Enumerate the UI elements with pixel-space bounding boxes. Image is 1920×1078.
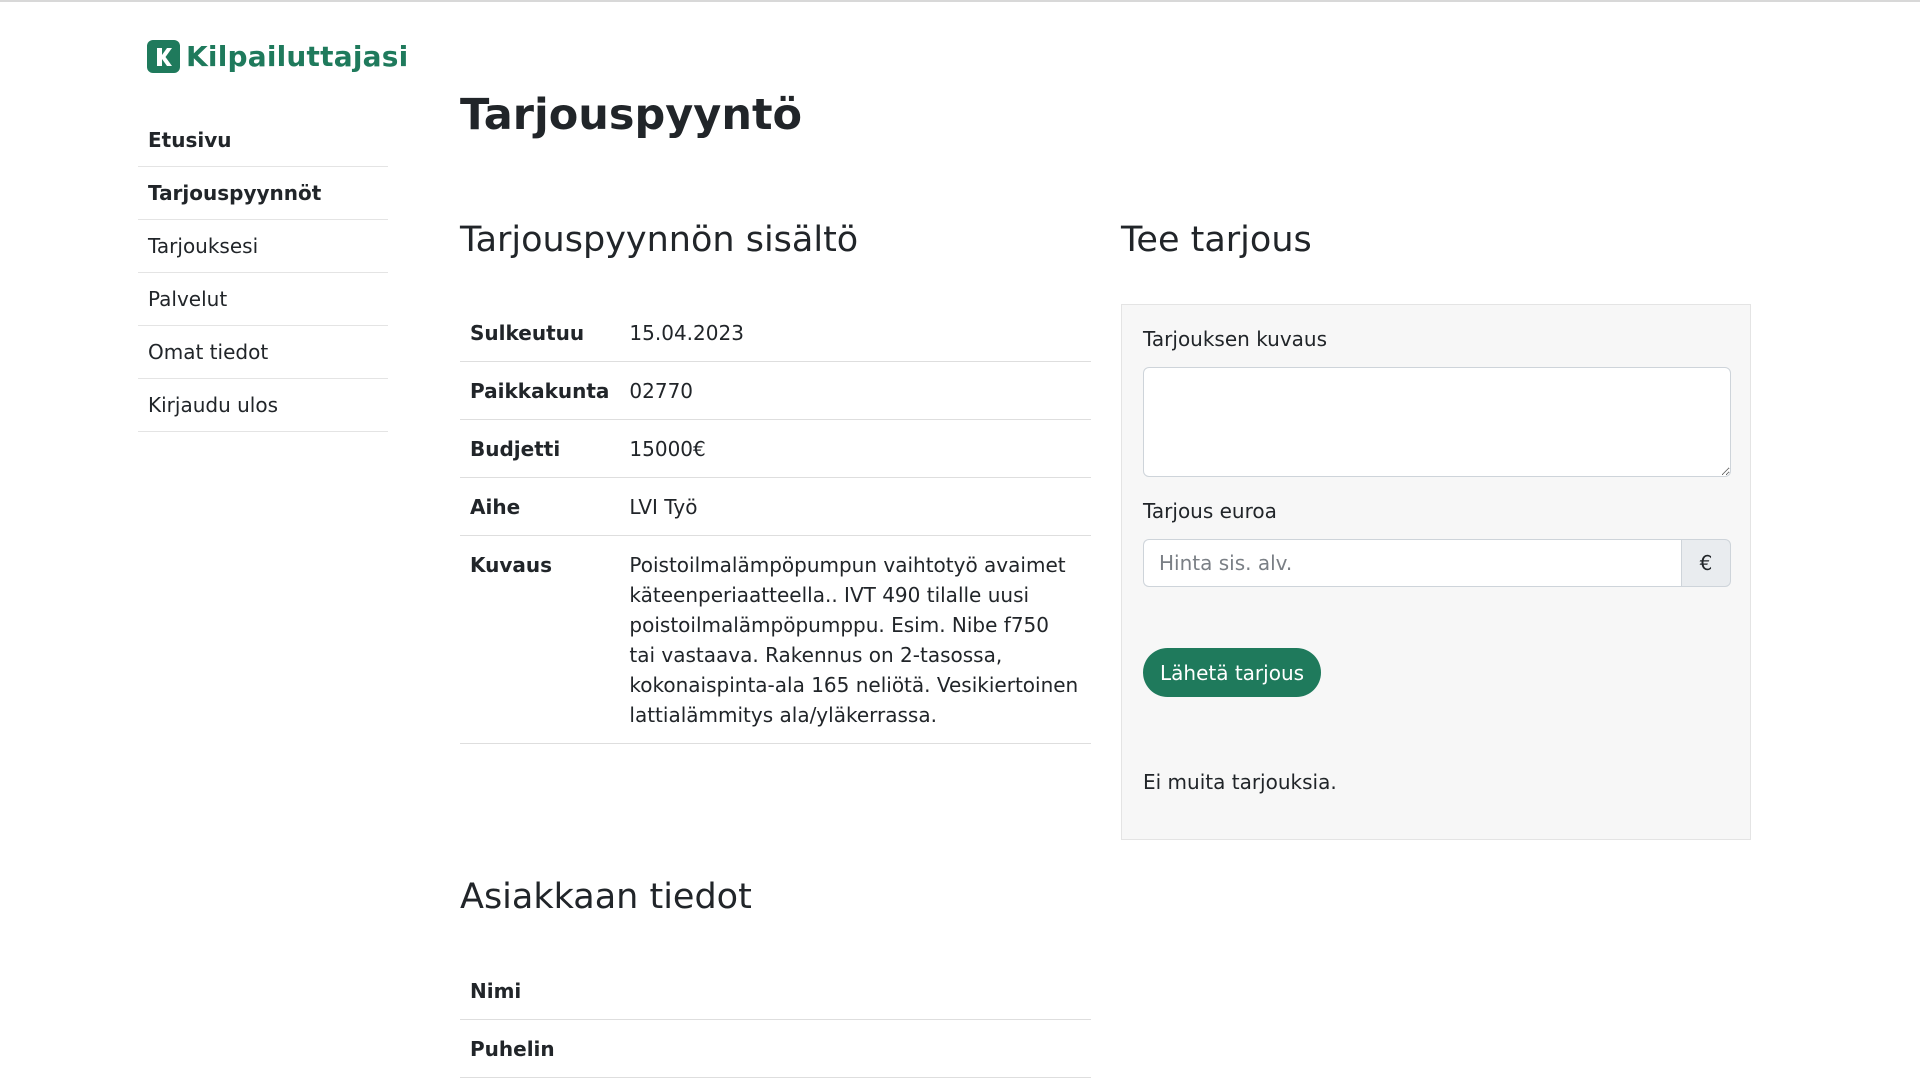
table-row: Aihe LVI Työ: [460, 477, 1091, 536]
row-key: Puhelin: [460, 1019, 611, 1078]
description-label: Tarjouksen kuvaus: [1143, 327, 1328, 351]
sidebar-nav: Etusivu Tarjouspyynnöt Tarjouksesi Palve…: [138, 114, 388, 432]
price-label: Tarjous euroa: [1143, 499, 1277, 523]
row-key: Kuvaus: [460, 535, 620, 744]
row-value: [611, 962, 1091, 1020]
price-input-group: €: [1143, 539, 1731, 587]
table-row: Kuvaus Poistoilmalämpöpumpun vaihtotyö a…: [460, 535, 1091, 744]
row-key: Sulkeutuu: [460, 304, 620, 362]
offer-form-card: Tarjouksen kuvaus Tarjous euroa € Lähetä…: [1121, 304, 1751, 840]
brand-logo[interactable]: Kilpailuttajasi: [147, 40, 408, 73]
offer-description-textarea[interactable]: [1143, 367, 1731, 477]
row-value: 15.04.2023: [619, 304, 1091, 362]
customer-section-title: Asiakkaan tiedot: [460, 877, 752, 917]
sidebar-item-omat-tiedot[interactable]: Omat tiedot: [138, 326, 388, 379]
brand-k-icon: [147, 40, 180, 73]
table-row: Budjetti 15000€: [460, 419, 1091, 478]
customer-details-table: Nimi Puhelin: [460, 962, 1091, 1078]
sidebar-item-etusivu[interactable]: Etusivu: [138, 114, 388, 167]
request-section-title: Tarjouspyynnön sisältö: [460, 220, 859, 260]
top-border: [0, 0, 1920, 2]
row-key: Budjetti: [460, 419, 620, 478]
table-row: Puhelin: [460, 1019, 1091, 1078]
sidebar-item-tarjouksesi[interactable]: Tarjouksesi: [138, 220, 388, 273]
table-row: Sulkeutuu 15.04.2023: [460, 304, 1091, 362]
table-row: Nimi: [460, 962, 1091, 1020]
sidebar-item-tarjouspyynnot[interactable]: Tarjouspyynnöt: [138, 167, 388, 220]
row-value: Poistoilmalämpöpumpun vaihtotyö avaimet …: [619, 535, 1091, 744]
submit-offer-button[interactable]: Lähetä tarjous: [1143, 648, 1322, 697]
row-key: Paikkakunta: [460, 361, 620, 420]
euro-addon: €: [1681, 539, 1731, 587]
row-value: [611, 1019, 1091, 1078]
table-row: Paikkakunta 02770: [460, 361, 1091, 420]
row-value: 15000€: [619, 419, 1091, 478]
request-details-table: Sulkeutuu 15.04.2023 Paikkakunta 02770 B…: [460, 304, 1091, 744]
offer-section-title: Tee tarjous: [1121, 220, 1312, 260]
row-key: Aihe: [460, 477, 620, 536]
price-input[interactable]: [1143, 539, 1681, 587]
row-value: 02770: [619, 361, 1091, 420]
sidebar-item-palvelut[interactable]: Palvelut: [138, 273, 388, 326]
row-value: LVI Työ: [619, 477, 1091, 536]
sidebar-item-kirjaudu-ulos[interactable]: Kirjaudu ulos: [138, 379, 388, 432]
brand-name: Kilpailuttajasi: [186, 40, 409, 73]
page-title: Tarjouspyyntö: [460, 90, 803, 140]
row-key: Nimi: [460, 962, 611, 1020]
no-offers-text: Ei muita tarjouksia.: [1143, 770, 1337, 794]
